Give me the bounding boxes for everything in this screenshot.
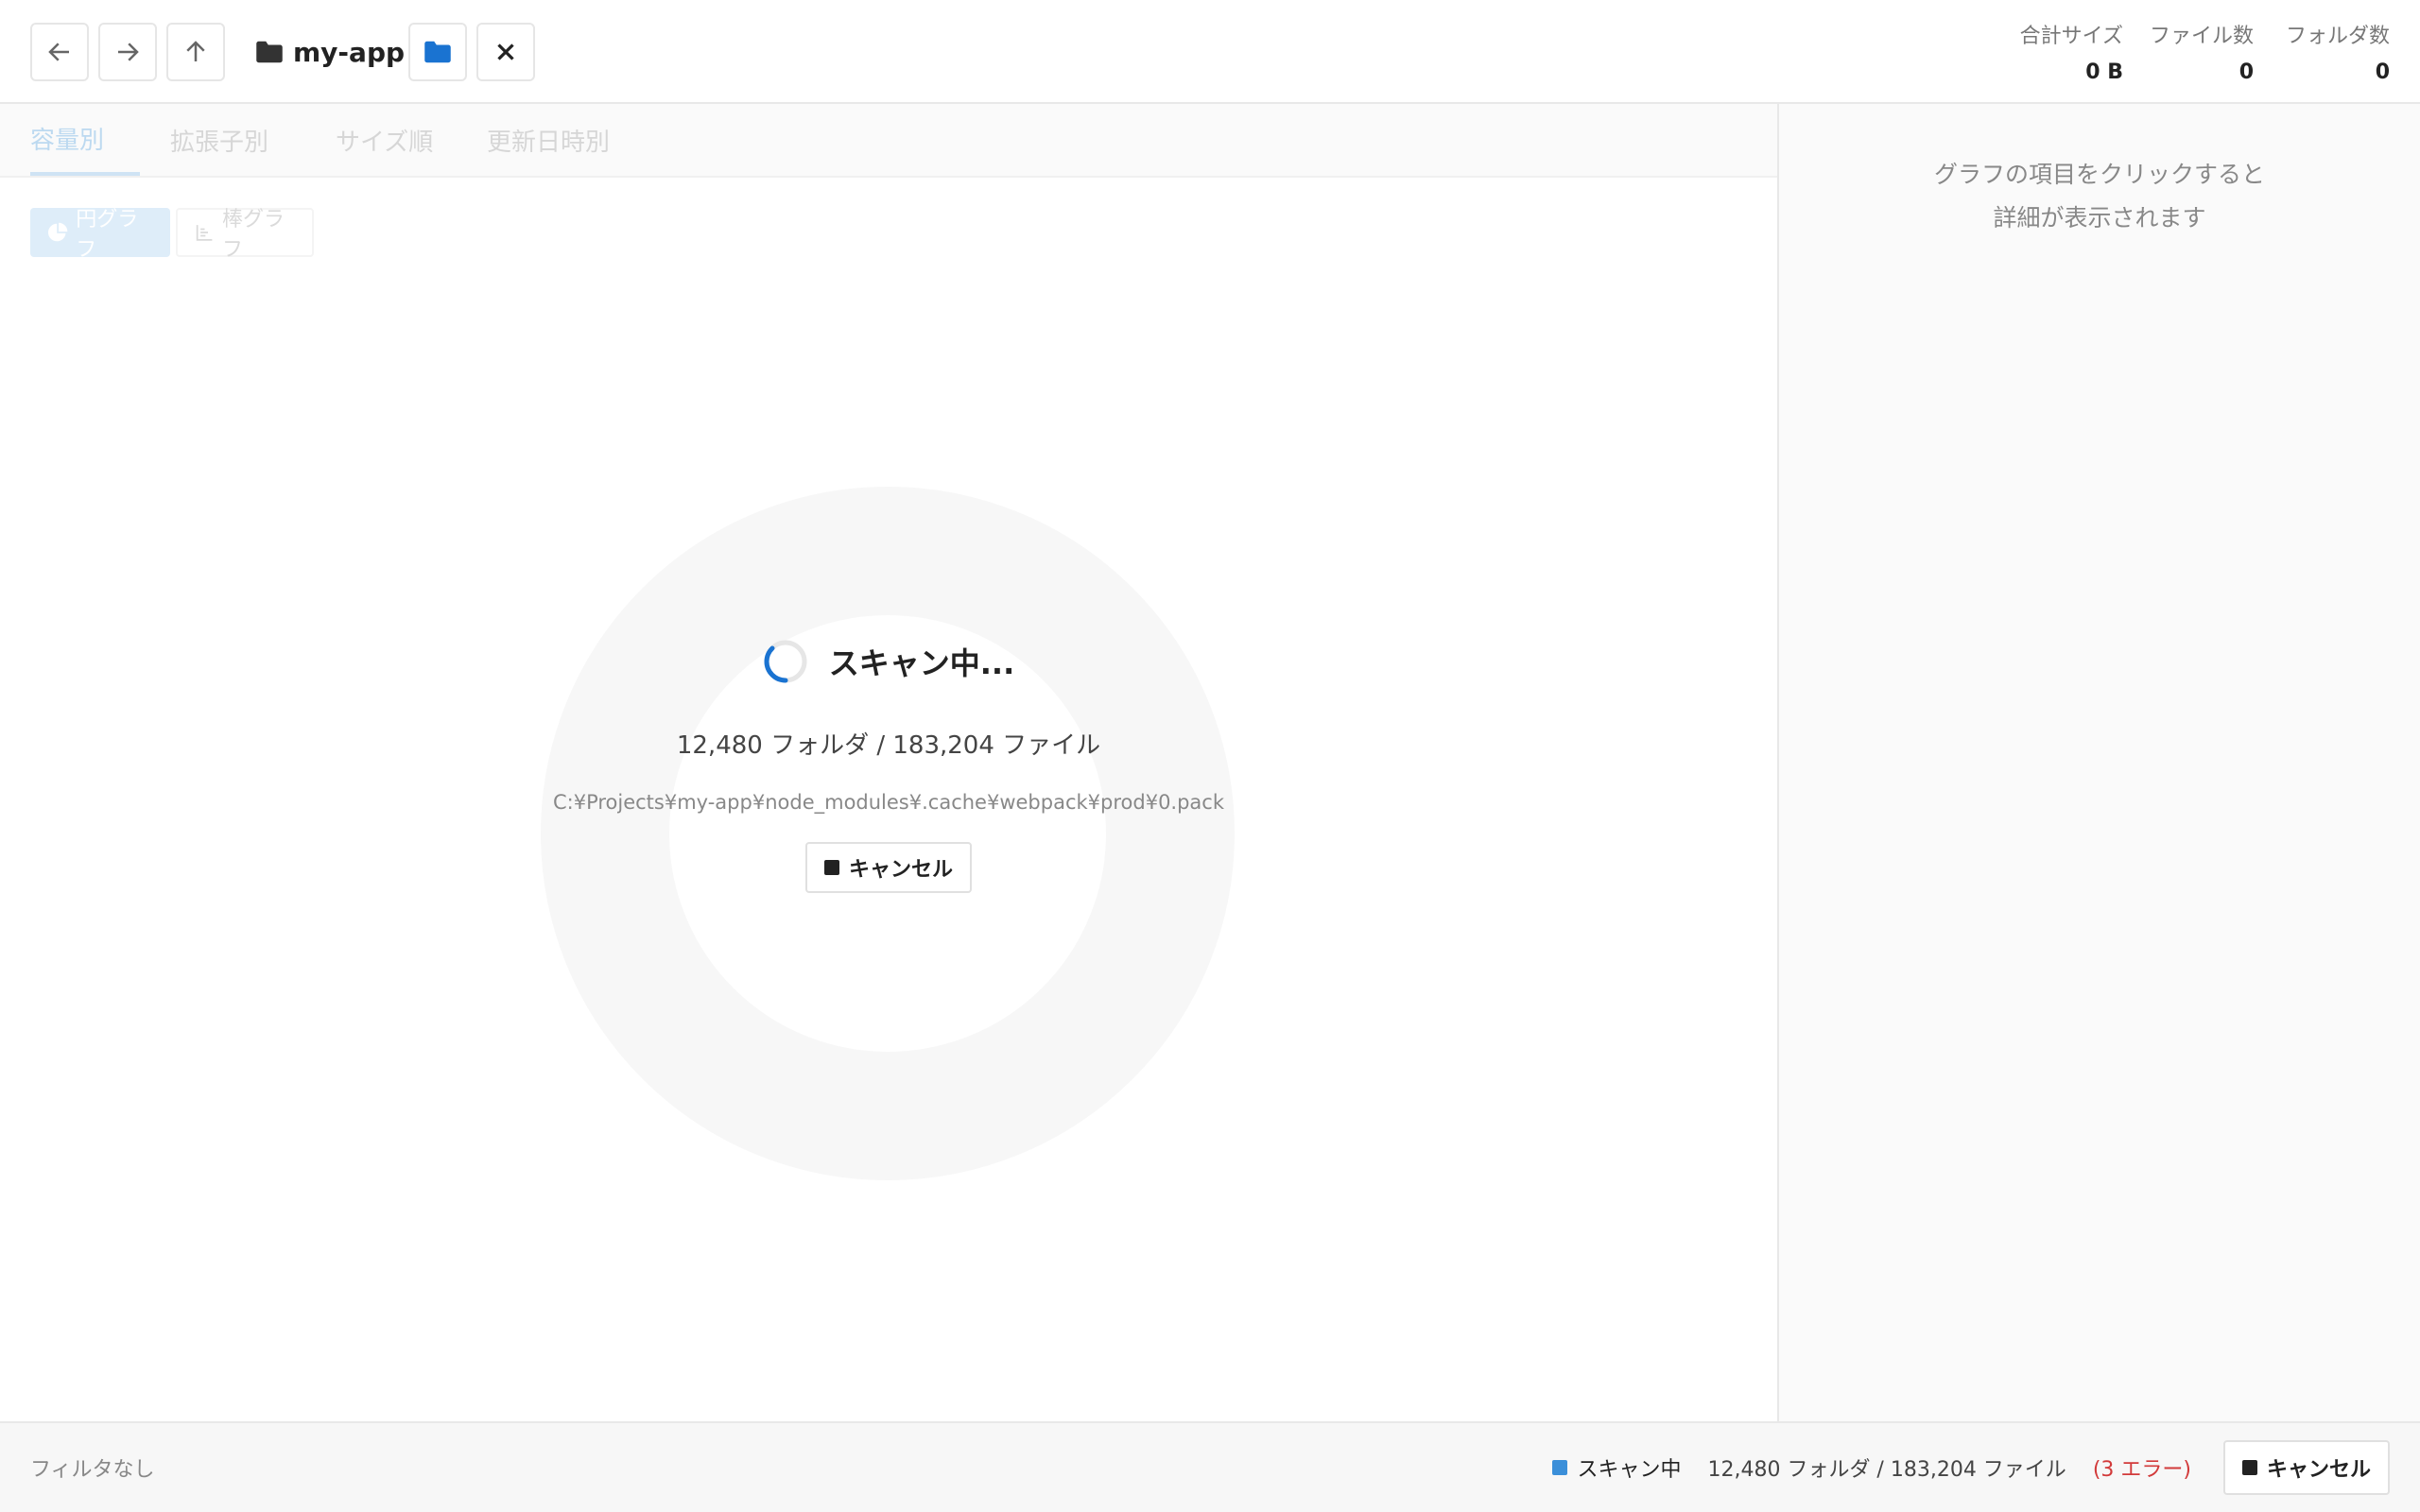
tab-by-extension[interactable]: 拡張子別 (170, 104, 268, 176)
scan-title: スキャン中... (828, 645, 1015, 681)
scan-status-indicator: スキャン中 (1552, 1452, 1681, 1483)
view-tabs: 容量別 拡張子別 サイズ順 更新日時別 (0, 104, 1777, 178)
detail-hint-line1: グラフの項目をクリックすると (1933, 161, 2265, 188)
tab-by-size[interactable]: 容量別 (30, 104, 140, 176)
forward-button[interactable] (98, 23, 157, 81)
status-errors[interactable]: (3 エラー) (2093, 1452, 2191, 1483)
stat-total-size: 合計サイズ 0 B (2020, 19, 2123, 84)
detail-panel: グラフの項目をクリックすると 詳細が表示されます (1777, 104, 2420, 1421)
detail-hint: グラフの項目をクリックすると 詳細が表示されます (1779, 153, 2420, 240)
bar-chart-toggle[interactable]: 棒グラフ (176, 208, 314, 262)
status-text: スキャン中 (1577, 1458, 1682, 1482)
tab-size-order[interactable]: サイズ順 (336, 104, 433, 176)
close-button[interactable] (476, 23, 535, 81)
status-bar: フィルタなし スキャン中 12,480 フォルダ / 183,204 ファイル … (0, 1421, 2420, 1512)
scan-status: スキャン中 12,480 フォルダ / 183,204 ファイル (3 エラー)… (1552, 1423, 2390, 1512)
scan-progress: スキャン中... 12,480 フォルダ / 183,204 ファイル C:¥P… (510, 633, 1267, 893)
detail-hint-line2: 詳細が表示されます (1993, 204, 2206, 232)
open-folder-button[interactable] (408, 23, 467, 81)
pie-chart-icon (47, 222, 68, 242)
stop-icon (2241, 1460, 2257, 1475)
stop-icon (823, 860, 839, 875)
statusbar-cancel-button[interactable]: キャンセル (2222, 1440, 2390, 1495)
spinner-icon (764, 640, 807, 683)
stat-label: フォルダ数 (2285, 25, 2390, 48)
stat-value: 0 B (2085, 60, 2123, 84)
main-panel: 容量別 拡張子別 サイズ順 更新日時別 円グラフ 棒グラフ スキャン中... 1… (0, 104, 1777, 1421)
pie-chart-toggle[interactable]: 円グラフ (30, 208, 170, 262)
back-button[interactable] (30, 23, 89, 81)
arrow-up-icon (186, 41, 205, 61)
stat-value: 0 (2375, 60, 2390, 84)
arrow-left-icon (48, 43, 69, 61)
cancel-scan-button[interactable]: キャンセル (804, 842, 972, 893)
stat-label: 合計サイズ (2019, 25, 2123, 48)
folder-open-icon (424, 41, 451, 63)
bar-chart-icon (196, 225, 213, 241)
arrow-right-icon (118, 43, 139, 61)
cancel-label: キャンセル (848, 858, 953, 882)
stat-folder-count: フォルダ数 0 (2286, 19, 2390, 84)
cancel-label: キャンセル (2266, 1458, 2371, 1482)
current-folder-name: my-app (293, 36, 406, 68)
folder-icon (256, 41, 283, 63)
status-dot-icon (1552, 1460, 1568, 1475)
up-button[interactable] (166, 23, 225, 81)
status-counts: 12,480 フォルダ / 183,204 ファイル (1707, 1458, 2066, 1482)
bar-chart-label: 棒グラフ (222, 208, 285, 262)
pie-chart-label: 円グラフ (76, 208, 139, 262)
stat-file-count: ファイル数 0 (2150, 19, 2254, 84)
stat-label: ファイル数 (2149, 25, 2254, 48)
stat-value: 0 (2238, 60, 2254, 84)
current-folder-title: my-app (255, 23, 405, 81)
scan-current-path: C:¥Projects¥my-app¥node_modules¥.cache¥w… (552, 791, 1225, 814)
close-icon (497, 43, 514, 60)
filter-status: フィルタなし (30, 1458, 155, 1482)
scan-counts: 12,480 フォルダ / 183,204 ファイル (676, 731, 1101, 760)
toolbar: my-app 合計サイズ 0 B ファイル数 0 フォルダ数 0 (0, 0, 2420, 104)
tab-by-modified[interactable]: 更新日時別 (487, 104, 610, 176)
